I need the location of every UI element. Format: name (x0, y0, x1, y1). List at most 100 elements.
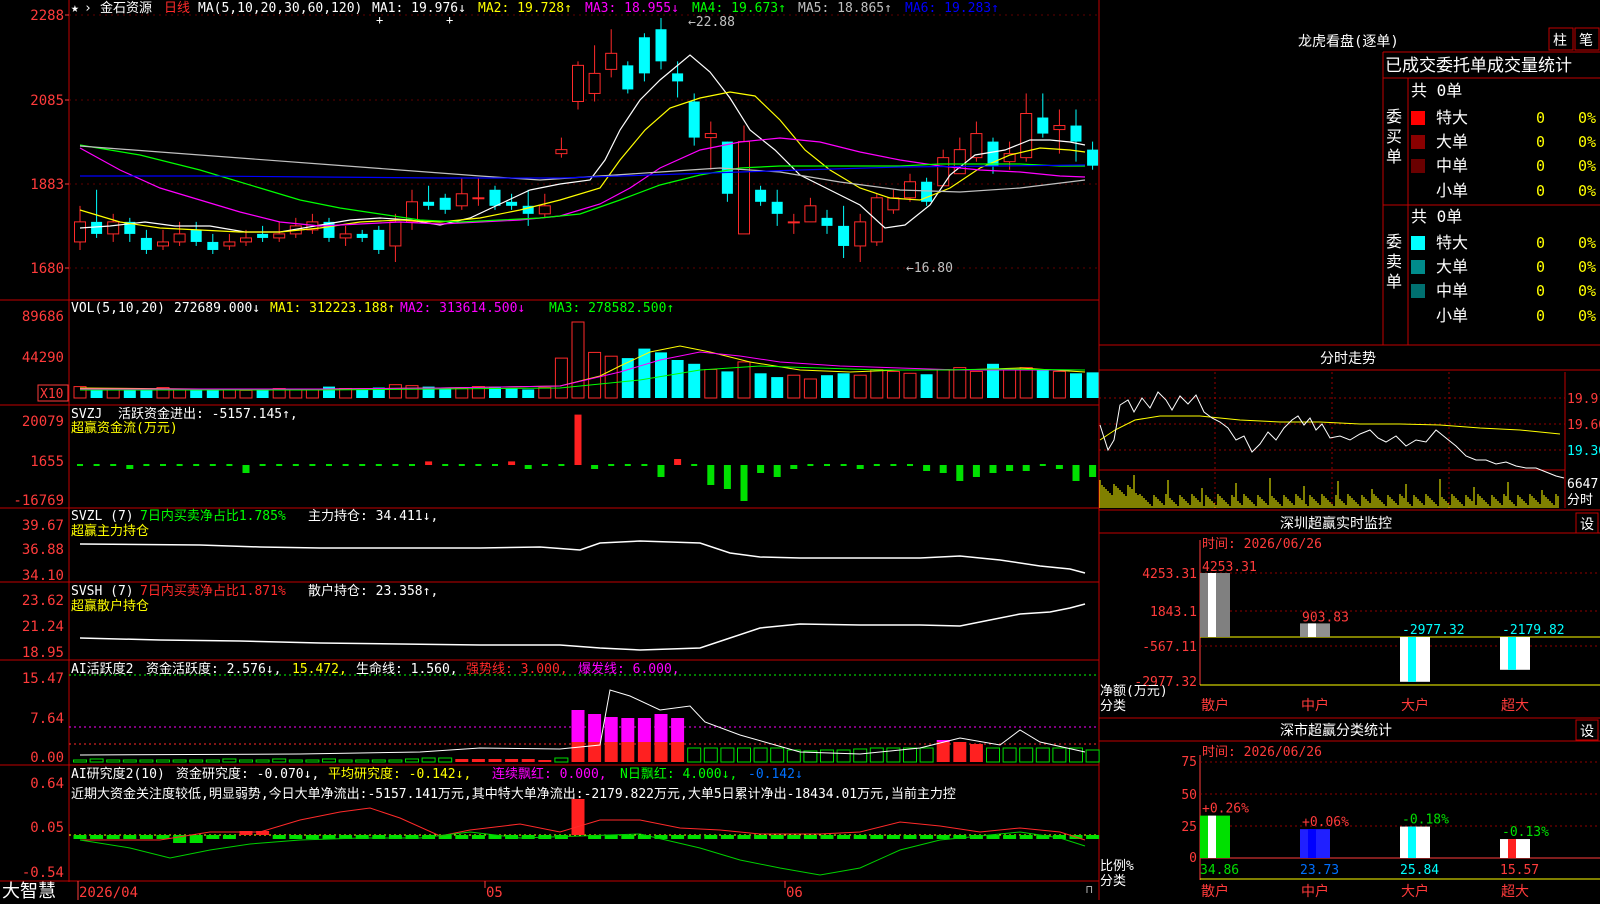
svsh-tick: 23.62 (22, 593, 64, 609)
ma6-value: MA6: 19.283↑ (905, 1, 999, 16)
classify-time: 时间: 2026/06/26 (1202, 745, 1322, 760)
ai-active-tick: 15.47 (22, 671, 64, 687)
ai-active-label1: 资金活跃度: 2.576↓, (146, 661, 281, 677)
svzj-title: SVZJ (71, 407, 102, 422)
ai-research-axis: 0.64 0.05 -0.54 (22, 776, 64, 881)
candle-body-up (854, 221, 867, 247)
monitor-category: 大户 (1401, 697, 1429, 714)
flow-bar-in (574, 414, 582, 465)
volume-bar-down (821, 375, 833, 398)
classify-change-label: +0.26% (1202, 802, 1249, 817)
classify-tick: 0 (1189, 851, 1197, 866)
ai-active-tick: 7.64 (30, 711, 64, 727)
high-annotation: ←22.88 (688, 15, 735, 30)
svzl-label1: 7日内买卖净占比1.785% (140, 508, 286, 524)
flow-bar-flat (375, 464, 382, 466)
monitor-value-label: 4253.31 (1202, 560, 1257, 575)
flow-bar-out (856, 465, 864, 469)
sell-row-count: 0 (1536, 282, 1545, 300)
ma10-line (79, 91, 1086, 233)
volume-bar-down (638, 348, 651, 398)
candle-body-up (389, 221, 402, 247)
vol-unit: X10 (40, 387, 63, 402)
candle-body-down (439, 197, 451, 210)
buy-total: 共 0单 (1411, 81, 1462, 100)
candle-body-up (588, 72, 601, 94)
volume-bar-up (405, 385, 419, 399)
flow-bar-in (425, 461, 433, 465)
volume-bar-up (1003, 369, 1017, 399)
ma5-value: MA5: 18.865↑ (798, 1, 892, 16)
classify-bar-highlight (1308, 829, 1316, 858)
intraday-price-line (1099, 391, 1565, 479)
activity-bar-burst (621, 718, 635, 742)
sell-total: 共 0单 (1411, 207, 1462, 226)
volume-bar-down (190, 390, 203, 398)
sell-row-name: 大单 (1436, 257, 1468, 276)
volume-bar-down (837, 373, 850, 398)
flow-bar-flat (458, 464, 465, 466)
activity-bar-green (1019, 747, 1034, 763)
activity-bar-burst (671, 718, 685, 742)
candle-body-down (190, 229, 202, 242)
research-bar-green (754, 835, 768, 839)
activity-bar-red (621, 742, 635, 762)
research-bar-green (521, 835, 535, 839)
svzj-bars (77, 414, 1097, 501)
svsh-axis: 23.62 21.24 18.95 (22, 593, 64, 661)
classify-change-label: +0.06% (1302, 815, 1349, 830)
monitor-tick: -567.11 (1142, 640, 1197, 655)
activity-bar-green (205, 759, 220, 763)
candle-body-up (555, 149, 568, 155)
flow-bar-flat (442, 464, 449, 466)
classify-panel: 深市超赢分类统计 设 时间: 2026/06/26 75 50 25 0 比例%… (1100, 719, 1600, 900)
activity-bar-red (936, 742, 950, 762)
candle-body-down (257, 233, 269, 238)
research-bar-green (886, 835, 900, 839)
svsh-header: SVSH (7) 7日内买卖净占比1.871% 散户持仓: 23.358↑, 超… (71, 583, 438, 614)
period-label[interactable]: 日线 (164, 1, 190, 16)
month-label: 05 (486, 885, 503, 900)
flow-bar-out (1022, 465, 1030, 471)
chevron-right-icon[interactable]: › (84, 1, 92, 16)
candle-body-up (455, 193, 468, 207)
vol-ma1: MA1: 312223.188↑ (270, 301, 395, 316)
activity-bar-green (371, 759, 386, 763)
flow-bar-flat (359, 464, 366, 466)
volume-bar-up (969, 370, 983, 399)
svsh-line (79, 603, 1086, 651)
volume-bar-down (671, 360, 684, 398)
activity-bar-green (703, 747, 718, 763)
activity-bar-red (953, 742, 967, 762)
flow-bar-flat (292, 464, 299, 466)
legend-swatch (1411, 260, 1425, 274)
brand-label[interactable]: 大智慧 (2, 881, 56, 902)
sell-row-name: 小单 (1436, 306, 1468, 325)
activity-bar-green (73, 759, 87, 763)
dragon-title: 龙虎看盘(逐单) (1298, 33, 1399, 50)
volume-bar-down (721, 371, 734, 398)
research-bar-green (853, 835, 867, 839)
classify-category: 超大 (1501, 884, 1529, 900)
activity-bar-green (89, 758, 104, 763)
activity-bar-green (172, 759, 187, 763)
star-icon[interactable]: ★ (71, 1, 79, 16)
lock-icon[interactable]: ⊓ (1086, 883, 1093, 896)
intraday-panel: 分时走势 19.91 19.60 19.30 6647 分时 (1099, 351, 1600, 508)
research-bar-green (471, 835, 485, 839)
volume-bar-up (870, 369, 884, 399)
buy-row-name: 大单 (1436, 132, 1468, 151)
terminal-canvas: ★ › 金石资源 日线 MA(5,10,20,30,60,120) MA1: 1… (0, 0, 1600, 902)
activity-bar-red (671, 742, 685, 762)
volume-bar-up (239, 389, 253, 399)
flow-bar-out (790, 465, 798, 469)
price-axis: 2288 2085 1883 1680 (30, 8, 64, 277)
volume-bar-down (920, 374, 933, 398)
activity-bar-red (571, 742, 585, 762)
volume-bar-down (323, 386, 335, 398)
stock-name[interactable]: 金石资源 (100, 0, 152, 16)
research-bar-green (90, 835, 104, 839)
vol-tick: 89686 (22, 309, 64, 325)
classify-value-label: 23.73 (1300, 863, 1339, 878)
volume-bar-down (489, 387, 501, 398)
